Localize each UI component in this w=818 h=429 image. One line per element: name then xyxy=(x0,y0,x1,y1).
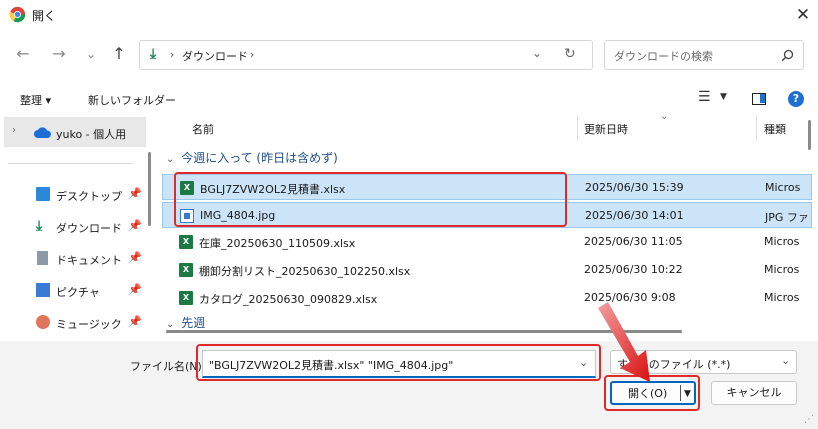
forward-button[interactable]: → xyxy=(48,44,70,66)
sidebar-item-label: ダウンロード xyxy=(56,222,122,235)
column-header-row: 名前 更新日時 ⌄ 種類 xyxy=(162,115,812,141)
address-dropdown-icon[interactable]: ⌄ xyxy=(532,46,542,60)
file-type: Micros xyxy=(764,263,800,276)
group-label: 先週 xyxy=(181,316,206,330)
pin-icon[interactable]: 📌 xyxy=(128,283,142,296)
excel-icon: X xyxy=(179,235,193,249)
file-date: 2025/06/30 15:39 xyxy=(585,181,684,194)
file-date: 2025/06/30 11:05 xyxy=(584,235,683,248)
pin-icon[interactable]: 📌 xyxy=(128,251,142,264)
sidebar-divider xyxy=(8,163,132,164)
file-type: Micros xyxy=(765,181,801,194)
search-input[interactable]: ダウンロードの検索 xyxy=(614,48,713,64)
file-name: 棚卸分割リスト_20250630_102250.xlsx xyxy=(199,265,411,278)
music-icon xyxy=(36,315,50,329)
window-title: 開く xyxy=(32,9,57,23)
navigation-pane: › yuko - 個人用 デスクトップ 📌 ⤓ ダウンロード 📌 ドキュメント … xyxy=(0,115,152,341)
red-arrow-annotation xyxy=(598,302,650,382)
pictures-icon xyxy=(36,283,50,297)
sidebar-item-label: ミュージック xyxy=(56,318,122,331)
search-box[interactable]: ダウンロードの検索 xyxy=(604,40,804,70)
file-type: Micros xyxy=(764,235,800,248)
address-separator-2: › xyxy=(250,48,255,61)
vertical-scrollbar[interactable] xyxy=(808,120,811,150)
sidebar-item-downloads[interactable]: ⤓ ダウンロード 📌 xyxy=(36,217,146,237)
group-header-this-week[interactable]: ⌄ 今週に入って (昨日は含めず) xyxy=(166,149,466,169)
highlight-box-selected-files xyxy=(174,172,567,227)
new-folder-button[interactable]: 新しいフォルダー xyxy=(88,92,176,108)
pin-icon[interactable]: 📌 xyxy=(128,219,142,232)
column-divider[interactable] xyxy=(756,115,757,141)
view-dropdown-icon[interactable]: ▼ xyxy=(720,92,727,102)
chevron-right-icon[interactable]: › xyxy=(12,125,16,136)
preview-pane-icon[interactable] xyxy=(752,93,766,105)
download-arrow-icon: ⤓ xyxy=(36,218,43,234)
table-row[interactable]: X 在庫_20250630_110509.xlsx 2025/06/30 11:… xyxy=(162,229,812,255)
download-arrow-icon: ⤓ xyxy=(150,46,157,62)
cancel-button[interactable]: キャンセル xyxy=(711,381,797,405)
sidebar-scrollbar[interactable] xyxy=(148,152,151,226)
back-button[interactable]: ← xyxy=(12,44,34,66)
pin-icon[interactable]: 📌 xyxy=(128,187,142,200)
highlight-box-filename xyxy=(196,344,601,381)
sidebar-item-onedrive[interactable]: › yuko - 個人用 xyxy=(4,117,146,147)
column-header-type[interactable]: 種類 xyxy=(764,121,786,137)
title-bar: 開く ✕ xyxy=(0,0,818,30)
chevron-down-icon[interactable]: ⌄ xyxy=(781,354,790,367)
recent-locations-dropdown[interactable]: ⌄ xyxy=(80,44,102,66)
address-separator: › xyxy=(170,48,175,61)
excel-icon: X xyxy=(179,291,193,305)
sidebar-item-desktop[interactable]: デスクトップ 📌 xyxy=(36,185,146,205)
sort-indicator-icon: ⌄ xyxy=(660,115,669,122)
sidebar-item-documents[interactable]: ドキュメント 📌 xyxy=(36,249,146,269)
excel-icon: X xyxy=(179,263,193,277)
close-icon[interactable]: ✕ xyxy=(792,4,814,26)
filename-label: ファイル名(N): xyxy=(130,360,206,373)
column-divider[interactable] xyxy=(577,115,578,141)
document-icon xyxy=(37,251,48,265)
sidebar-item-label: デスクトップ xyxy=(56,190,122,203)
chevron-down-icon: ⌄ xyxy=(166,154,175,165)
organize-button[interactable]: 整理 ▾ xyxy=(20,92,51,108)
sidebar-item-label: ピクチャ xyxy=(56,286,100,299)
file-date: 2025/06/30 14:01 xyxy=(585,209,684,222)
file-type: Micros xyxy=(764,291,800,304)
resize-grip-icon[interactable]: ⋰ xyxy=(804,414,814,425)
sidebar-item-pictures[interactable]: ピクチャ 📌 xyxy=(36,281,146,301)
group-label: 今週に入って (昨日は含めず) xyxy=(181,151,338,165)
view-options-icon[interactable]: ☰ xyxy=(698,89,711,105)
sidebar-item-label: yuko - 個人用 xyxy=(56,128,127,141)
dialog-footer: ファイル名(N): "BGLJ7ZVW2OL2見積書.xlsx" "IMG_48… xyxy=(0,341,818,429)
file-name: カタログ_20250630_090829.xlsx xyxy=(199,293,378,306)
chevron-down-icon: ⌄ xyxy=(166,319,175,330)
file-list: 名前 更新日時 ⌄ 種類 ⌄ 今週に入って (昨日は含めず) X BGLJ7ZV… xyxy=(162,115,812,341)
onedrive-cloud-icon xyxy=(34,127,51,138)
column-header-name[interactable]: 名前 xyxy=(192,121,214,137)
file-name: 在庫_20250630_110509.xlsx xyxy=(199,237,356,250)
pin-icon[interactable]: 📌 xyxy=(128,315,142,328)
sidebar-item-label: ドキュメント xyxy=(56,254,122,267)
up-button[interactable]: ↑ xyxy=(108,44,130,66)
command-bar: 整理 ▾ 新しいフォルダー ☰ ▼ ? xyxy=(0,84,818,114)
desktop-icon xyxy=(36,187,50,201)
chrome-icon xyxy=(9,6,26,23)
table-row[interactable]: X カタログ_20250630_090829.xlsx 2025/06/30 9… xyxy=(162,285,812,311)
file-date: 2025/06/30 10:22 xyxy=(584,263,683,276)
address-bar[interactable]: ⤓ › ダウンロード › ⌄ ↻ xyxy=(139,40,593,70)
column-header-date[interactable]: 更新日時 xyxy=(584,121,628,137)
address-location[interactable]: ダウンロード xyxy=(182,48,248,64)
help-icon[interactable]: ? xyxy=(788,91,804,107)
file-type: JPG ファ xyxy=(765,211,809,224)
search-icon[interactable] xyxy=(781,49,794,62)
refresh-icon[interactable]: ↻ xyxy=(564,46,576,62)
sidebar-item-music[interactable]: ミュージック 📌 xyxy=(36,313,146,333)
table-row[interactable]: X 棚卸分割リスト_20250630_102250.xlsx 2025/06/3… xyxy=(162,257,812,283)
